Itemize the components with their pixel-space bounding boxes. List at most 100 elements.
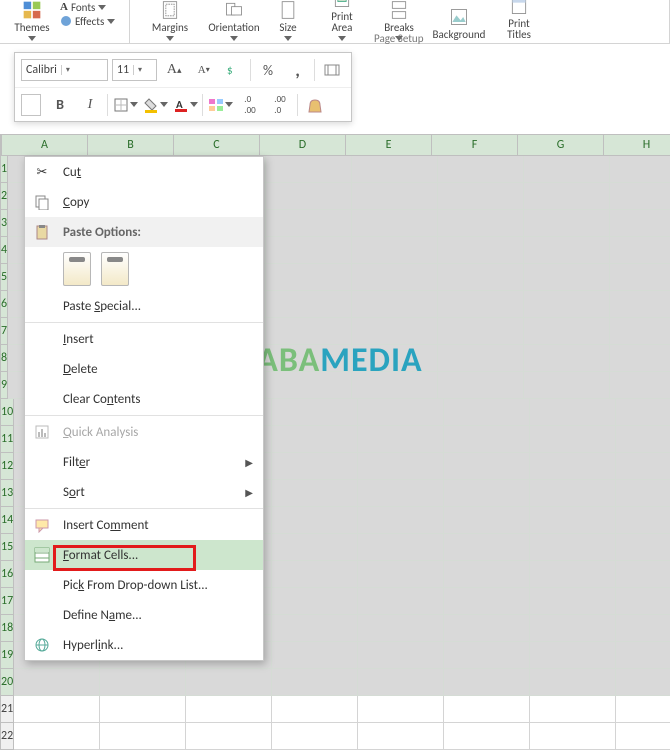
column-header[interactable]: E xyxy=(346,134,432,156)
cell[interactable] xyxy=(438,237,524,264)
ctx-clear-contents[interactable]: Clear Contents xyxy=(25,384,263,414)
row-header[interactable]: 7 xyxy=(0,318,8,345)
orientation-button[interactable]: Orientation xyxy=(202,0,266,41)
borders-button[interactable] xyxy=(112,92,138,118)
cell[interactable] xyxy=(616,399,670,426)
size-button[interactable]: Size xyxy=(266,0,310,41)
cell[interactable] xyxy=(272,642,358,669)
cell[interactable] xyxy=(266,210,352,237)
row-header[interactable]: 8 xyxy=(0,345,8,372)
row-header[interactable]: 19 xyxy=(0,642,14,669)
cell[interactable] xyxy=(530,426,616,453)
column-header[interactable]: D xyxy=(260,134,346,156)
decrease-decimal-button[interactable]: .00.0 xyxy=(267,92,293,118)
cell[interactable] xyxy=(352,237,438,264)
cell[interactable] xyxy=(272,507,358,534)
format-painter-button[interactable] xyxy=(302,92,328,118)
cell[interactable] xyxy=(616,426,670,453)
cell[interactable] xyxy=(272,426,358,453)
cell[interactable] xyxy=(358,615,444,642)
cell[interactable] xyxy=(444,696,530,723)
ctx-cut[interactable]: ✂ Cut xyxy=(25,157,263,187)
row-header[interactable]: 13 xyxy=(0,480,14,507)
cell-styles-button[interactable] xyxy=(207,92,233,118)
cell[interactable] xyxy=(352,264,438,291)
cell[interactable] xyxy=(358,561,444,588)
font-size-select[interactable]: 11▾ xyxy=(112,59,157,81)
column-header[interactable]: G xyxy=(518,134,604,156)
background-button[interactable]: Background xyxy=(424,0,494,41)
cell[interactable] xyxy=(524,183,610,210)
column-header[interactable]: F xyxy=(432,134,518,156)
row-header[interactable]: 18 xyxy=(0,615,14,642)
cell[interactable] xyxy=(444,561,530,588)
cell[interactable] xyxy=(616,561,670,588)
paste-option-2[interactable] xyxy=(101,252,129,286)
cell[interactable] xyxy=(266,156,352,183)
column-header[interactable]: A xyxy=(2,134,88,156)
fill-color-button[interactable] xyxy=(142,92,168,118)
format-cells-mini-button[interactable] xyxy=(21,94,41,116)
cell[interactable] xyxy=(358,669,444,696)
cell[interactable] xyxy=(352,210,438,237)
cell[interactable] xyxy=(14,696,100,723)
row-header[interactable]: 15 xyxy=(0,534,14,561)
cell[interactable] xyxy=(358,453,444,480)
cell[interactable] xyxy=(530,480,616,507)
cell[interactable] xyxy=(438,156,524,183)
row-header[interactable]: 21 xyxy=(0,696,14,723)
comma-button[interactable]: , xyxy=(285,57,311,83)
cell[interactable] xyxy=(272,453,358,480)
cell[interactable] xyxy=(444,534,530,561)
ctx-format-cells[interactable]: Format Cells... xyxy=(25,540,263,570)
row-header[interactable]: 6 xyxy=(0,291,8,318)
cell[interactable] xyxy=(358,399,444,426)
percent-button[interactable]: % xyxy=(255,57,281,83)
cell[interactable] xyxy=(438,372,524,399)
cell[interactable] xyxy=(352,183,438,210)
cell[interactable] xyxy=(438,345,524,372)
cell[interactable] xyxy=(14,669,100,696)
cell[interactable] xyxy=(186,669,272,696)
cell[interactable] xyxy=(524,345,610,372)
cell[interactable] xyxy=(616,534,670,561)
ctx-define-name[interactable]: Define Name... xyxy=(25,600,263,630)
ctx-filter[interactable]: Filter▶ xyxy=(25,447,263,477)
row-header[interactable]: 1 xyxy=(0,156,8,183)
row-header[interactable]: 17 xyxy=(0,588,14,615)
cell[interactable] xyxy=(100,696,186,723)
print-area-button[interactable]: Print Area xyxy=(310,0,374,41)
cell[interactable] xyxy=(524,237,610,264)
cell[interactable] xyxy=(610,210,670,237)
cell[interactable] xyxy=(358,507,444,534)
bold-button[interactable]: B xyxy=(47,92,73,118)
cell[interactable] xyxy=(358,696,444,723)
cell[interactable] xyxy=(266,183,352,210)
cell[interactable] xyxy=(530,507,616,534)
row-header[interactable]: 2 xyxy=(0,183,8,210)
cell[interactable] xyxy=(530,669,616,696)
cell[interactable] xyxy=(266,291,352,318)
cell[interactable] xyxy=(272,669,358,696)
cell[interactable] xyxy=(530,615,616,642)
ctx-sort[interactable]: Sort▶ xyxy=(25,477,263,507)
cell[interactable] xyxy=(444,480,530,507)
row-header[interactable]: 5 xyxy=(0,264,8,291)
cell[interactable] xyxy=(266,264,352,291)
fonts-button[interactable]: A Fonts xyxy=(60,0,115,14)
row-header[interactable]: 9 xyxy=(0,372,8,399)
cell[interactable] xyxy=(444,669,530,696)
cell[interactable] xyxy=(530,399,616,426)
ctx-delete[interactable]: Delete xyxy=(25,354,263,384)
italic-button[interactable]: I xyxy=(77,92,103,118)
cell[interactable] xyxy=(438,291,524,318)
cell[interactable] xyxy=(272,399,358,426)
cell[interactable] xyxy=(444,642,530,669)
cell[interactable] xyxy=(100,669,186,696)
cell[interactable] xyxy=(438,318,524,345)
cell[interactable] xyxy=(616,642,670,669)
cell[interactable] xyxy=(616,507,670,534)
cell[interactable] xyxy=(358,642,444,669)
cell[interactable] xyxy=(610,372,670,399)
margins-button[interactable]: Margins xyxy=(138,0,202,41)
